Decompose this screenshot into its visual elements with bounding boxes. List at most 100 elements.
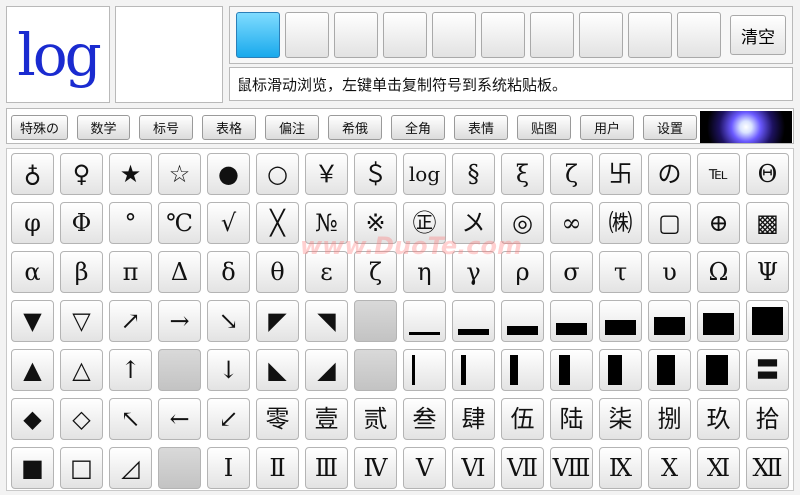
symbol-key[interactable]: ▽ — [60, 300, 103, 342]
tab-emoticons[interactable]: 表情 — [454, 115, 508, 140]
recent-slot-6[interactable] — [481, 12, 525, 58]
symbol-key[interactable]: 叁 — [403, 398, 446, 440]
recent-slot-10[interactable] — [677, 12, 721, 58]
symbol-key[interactable]: Ⅳ — [354, 447, 397, 489]
symbol-key-empty[interactable] — [354, 300, 397, 342]
recent-slot-2[interactable] — [285, 12, 329, 58]
symbol-key[interactable]: α — [11, 251, 54, 293]
symbol-key[interactable]: ▢ — [648, 202, 691, 244]
symbol-key[interactable]: ε — [305, 251, 348, 293]
symbol-key-left-block[interactable] — [648, 349, 691, 391]
symbol-key[interactable]: ◥ — [305, 300, 348, 342]
symbol-key[interactable]: ★ — [109, 153, 152, 195]
symbol-key[interactable]: 零 — [256, 398, 299, 440]
recent-slot-1[interactable] — [236, 12, 280, 58]
symbol-key-left-block[interactable] — [501, 349, 544, 391]
symbol-key[interactable]: Ⅸ — [599, 447, 642, 489]
symbol-key[interactable]: 捌 — [648, 398, 691, 440]
symbol-key[interactable]: Ω — [697, 251, 740, 293]
symbol-key-left-block[interactable] — [550, 349, 593, 391]
symbol-key[interactable]: Ⅱ — [256, 447, 299, 489]
tab-settings[interactable]: 设置 — [643, 115, 697, 140]
symbol-key[interactable]: ↖ — [109, 398, 152, 440]
symbol-key-lower-block[interactable] — [403, 300, 446, 342]
symbol-key-empty[interactable] — [158, 447, 201, 489]
tab-table[interactable]: 表格 — [202, 115, 256, 140]
symbol-key[interactable]: ￥ — [305, 153, 348, 195]
symbol-key[interactable]: ↘ — [207, 300, 250, 342]
symbol-key[interactable]: ◣ — [256, 349, 299, 391]
symbol-key[interactable]: ㈱ — [599, 202, 642, 244]
symbol-key[interactable]: 伍 — [501, 398, 544, 440]
symbol-key[interactable]: № — [305, 202, 348, 244]
symbol-key[interactable]: υ — [648, 251, 691, 293]
symbol-key-lower-block[interactable] — [648, 300, 691, 342]
symbol-key[interactable]: ζ — [550, 153, 593, 195]
recent-slot-5[interactable] — [432, 12, 476, 58]
tab-fullwidth[interactable]: 全角 — [391, 115, 445, 140]
tab-stickers[interactable]: 贴图 — [517, 115, 571, 140]
symbol-key[interactable]: θ — [256, 251, 299, 293]
symbol-key[interactable]: ξ — [501, 153, 544, 195]
symbol-key[interactable]: ♁ — [11, 153, 54, 195]
symbol-key[interactable]: ○ — [256, 153, 299, 195]
symbol-key[interactable]: log — [403, 153, 446, 195]
symbol-key[interactable]: Ⅹ — [648, 447, 691, 489]
symbol-key-left-block[interactable] — [697, 349, 740, 391]
symbol-key[interactable]: δ — [207, 251, 250, 293]
symbol-key[interactable]: ℡ — [697, 153, 740, 195]
symbol-key[interactable]: Ⅷ — [550, 447, 593, 489]
symbol-key[interactable]: σ — [550, 251, 593, 293]
tab-special[interactable]: 特殊の — [11, 115, 68, 140]
recent-slot-9[interactable] — [628, 12, 672, 58]
symbol-key[interactable]: 壹 — [305, 398, 348, 440]
symbol-key-lower-block[interactable] — [697, 300, 740, 342]
symbol-key[interactable]: ▩ — [746, 202, 789, 244]
symbol-key[interactable]: 拾 — [746, 398, 789, 440]
recent-slot-8[interactable] — [579, 12, 623, 58]
symbol-key[interactable]: Ⅵ — [452, 447, 495, 489]
symbol-key[interactable]: 肆 — [452, 398, 495, 440]
symbol-key[interactable]: ■ — [11, 447, 54, 489]
symbol-key[interactable]: Ⅻ — [746, 447, 789, 489]
symbol-key[interactable]: Φ — [60, 202, 103, 244]
symbol-key-lower-block[interactable] — [550, 300, 593, 342]
symbol-key[interactable]: ↑ — [109, 349, 152, 391]
symbol-key-lower-block[interactable] — [746, 300, 789, 342]
symbol-key[interactable]: ♀ — [60, 153, 103, 195]
symbol-key[interactable]: ζ — [354, 251, 397, 293]
symbol-key[interactable]: ☆ — [158, 153, 201, 195]
tab-math[interactable]: 数学 — [77, 115, 130, 140]
tab-user[interactable]: 用户 — [580, 115, 634, 140]
symbol-key[interactable]: △ — [60, 349, 103, 391]
symbol-key-lower-block[interactable] — [501, 300, 544, 342]
symbol-key[interactable]: π — [109, 251, 152, 293]
symbol-key[interactable]: ◆ — [11, 398, 54, 440]
symbol-key[interactable]: ρ — [501, 251, 544, 293]
symbol-key[interactable]: Ψ — [746, 251, 789, 293]
symbol-key[interactable]: √ — [207, 202, 250, 244]
symbol-key-left-block[interactable] — [403, 349, 446, 391]
symbol-key[interactable]: Ⅺ — [697, 447, 740, 489]
symbol-key[interactable]: γ — [452, 251, 495, 293]
symbol-key-left-block[interactable] — [599, 349, 642, 391]
symbol-key[interactable]: の — [648, 153, 691, 195]
symbol-key-empty[interactable] — [354, 349, 397, 391]
symbol-key[interactable]: 柒 — [599, 398, 642, 440]
symbol-key[interactable]: ↓ — [207, 349, 250, 391]
symbol-key[interactable]: η — [403, 251, 446, 293]
symbol-key[interactable]: ↙ — [207, 398, 250, 440]
symbol-key-empty[interactable] — [158, 349, 201, 391]
symbol-key[interactable]: τ — [599, 251, 642, 293]
symbol-key[interactable]: § — [452, 153, 495, 195]
recent-slot-7[interactable] — [530, 12, 574, 58]
symbol-key[interactable]: Δ — [158, 251, 201, 293]
symbol-key[interactable]: □ — [60, 447, 103, 489]
symbol-key[interactable]: ▼ — [11, 300, 54, 342]
symbol-key[interactable]: 玖 — [697, 398, 740, 440]
symbol-key[interactable]: ⊕ — [697, 202, 740, 244]
symbol-key[interactable]: 〓 — [746, 349, 789, 391]
symbol-key[interactable]: Ⅶ — [501, 447, 544, 489]
recent-slot-3[interactable] — [334, 12, 378, 58]
symbol-key[interactable]: ◇ — [60, 398, 103, 440]
